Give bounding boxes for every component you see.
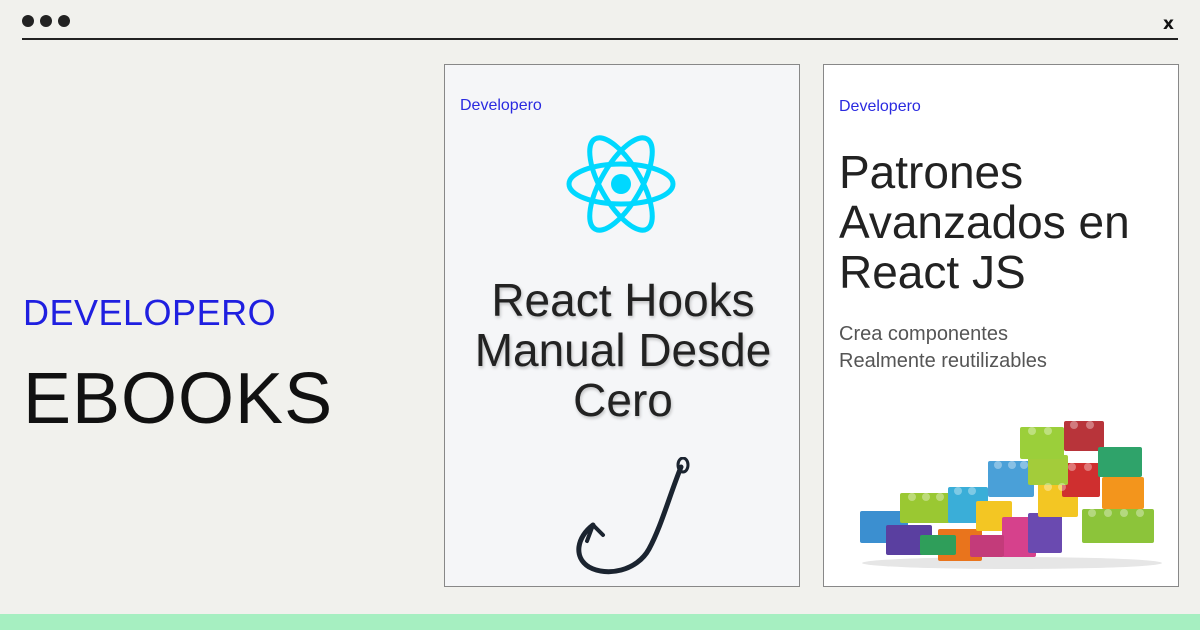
hero-title: EBOOKS	[23, 359, 334, 439]
hook-icon	[576, 457, 690, 575]
hero-brand: DEVELOPERO	[23, 292, 277, 333]
book-card-react-hooks[interactable]: Developero React Hooks Manual Desde Cero	[444, 64, 800, 587]
book-subtitle: Crea componentes Realmente reutilizables	[839, 323, 1047, 372]
lego-bricks-illustration	[860, 421, 1162, 569]
book-title: React Hooks Manual Desde Cero	[474, 274, 772, 426]
react-logo-icon	[566, 135, 676, 233]
window-titlebar: x	[22, 0, 1178, 40]
footer-bar	[0, 614, 1200, 630]
book-title: Patrones Avanzados en React JS	[839, 146, 1130, 298]
dot-icon	[22, 15, 34, 27]
close-button[interactable]: x	[1163, 14, 1174, 34]
book-card-patrones[interactable]: Developero Patrones Avanzados en React J…	[823, 64, 1179, 587]
book-publisher: Developero	[460, 97, 542, 114]
window-menu-dots[interactable]	[22, 15, 70, 27]
dot-icon	[40, 15, 52, 27]
dot-icon	[58, 15, 70, 27]
book-publisher: Developero	[839, 98, 921, 115]
